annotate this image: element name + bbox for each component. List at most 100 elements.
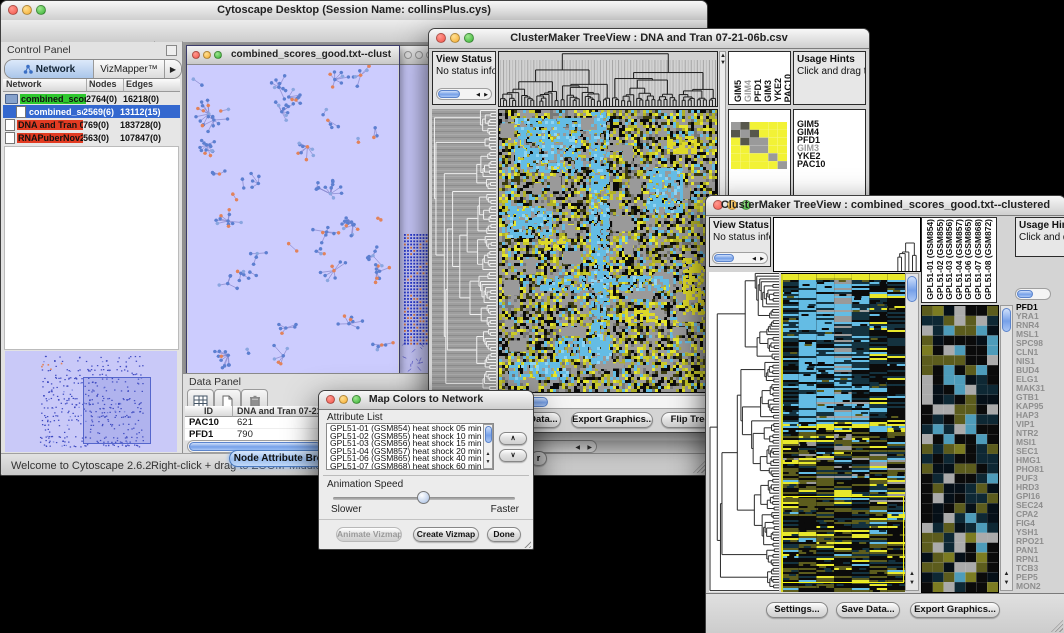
scroll-right-icon[interactable]: ▶: [760, 256, 764, 262]
column-label[interactable]: PFD1: [753, 79, 763, 102]
column-label[interactable]: GPL51-03 (GSM856): [944, 219, 954, 300]
col-edges[interactable]: Edges: [124, 79, 180, 92]
done-button[interactable]: Done: [487, 527, 521, 542]
animate-vizmap-button[interactable]: Animate Vizmap: [336, 527, 402, 542]
scrollbar-thumb[interactable]: [438, 90, 460, 98]
column-label[interactable]: GIM5: [733, 80, 743, 102]
speed-slider-thumb[interactable]: [417, 491, 430, 504]
global-heatmap[interactable]: [498, 109, 718, 393]
scroll-left-icon[interactable]: ◀: [752, 256, 756, 262]
global-heatmap[interactable]: [781, 273, 905, 592]
save-data-button[interactable]: Save Data...: [836, 602, 900, 618]
usage-hints-text: Click and drag to: [1016, 231, 1064, 243]
treeview2-titlebar[interactable]: ClusterMaker TreeView : combined_scores_…: [706, 196, 1064, 216]
minimize-button[interactable]: [415, 51, 423, 59]
network-view-a-canvas[interactable]: [188, 65, 398, 373]
scrollbar-thumb[interactable]: [907, 276, 917, 302]
close-button[interactable]: [192, 51, 200, 59]
status-scrollbar[interactable]: ◀ ▶: [712, 252, 768, 264]
zoom-vscrollbar[interactable]: ▲ ▼: [1000, 305, 1013, 591]
birdseye-view[interactable]: [5, 351, 177, 452]
tab-overflow[interactable]: ▶: [165, 60, 181, 78]
zoom-heatmap[interactable]: [921, 305, 999, 593]
column-dendrogram[interactable]: [773, 217, 921, 272]
scroll-up-icon[interactable]: ▲: [906, 571, 918, 578]
scroll-up-icon[interactable]: ▲: [1001, 571, 1012, 578]
global-vscrollbar[interactable]: ▲ ▼: [905, 273, 919, 591]
network-edges: 183728(0): [120, 120, 180, 130]
attribute-item[interactable]: GPL51-07 (GSM868) heat shock 60 min: [330, 463, 493, 470]
network-window-a-title: combined_scores_good.txt--cluste...: [231, 49, 391, 60]
resize-grip[interactable]: [522, 539, 531, 548]
row-dendrogram[interactable]: [432, 109, 496, 391]
scroll-right-icon[interactable]: ▶: [484, 92, 488, 98]
column-label[interactable]: GPL51-07 (GSM868): [973, 219, 983, 300]
doc-icon: [16, 106, 26, 118]
column-dendrogram[interactable]: [498, 51, 718, 107]
gene-label[interactable]: MON2: [1016, 582, 1064, 591]
row-dendrogram[interactable]: [709, 272, 779, 592]
scroll-up-icon[interactable]: ▲: [720, 53, 725, 60]
usage-hints-panel: Usage Hints Click and drag to: [793, 51, 866, 105]
column-label[interactable]: GIM3: [763, 80, 773, 102]
scroll-up-icon[interactable]: ▲: [484, 451, 492, 458]
minimize-button[interactable]: [203, 51, 211, 59]
status-scrollbar[interactable]: ◀ ▶: [436, 88, 492, 100]
network-window-a[interactable]: combined_scores_good.txt--cluste...: [186, 45, 400, 373]
col-id[interactable]: ID: [185, 406, 233, 417]
attribute-list[interactable]: GPL51-01 (GSM854) heat shock 05 minGPL51…: [326, 423, 494, 470]
attribute-list-vscrollbar[interactable]: ▲ ▼: [483, 424, 493, 469]
column-label[interactable]: YKE2: [773, 78, 783, 102]
close-button[interactable]: [404, 51, 412, 59]
column-label[interactable]: GIM4: [743, 80, 753, 102]
zoom-hscrollbar[interactable]: [1015, 288, 1051, 300]
network-tree-row[interactable]: DNA and Tran 07769(0)183728(0): [3, 118, 180, 131]
scrollbar-thumb[interactable]: [1017, 290, 1033, 298]
tab-network[interactable]: Network: [5, 60, 94, 78]
column-label[interactable]: GPL51-08 (GSM872): [983, 219, 993, 300]
scroll-down-icon[interactable]: ▼: [906, 580, 918, 587]
gene-list[interactable]: PFD1YRA1RNR4MSL1SPC98CLN1NIS1BUD4ELG1MAK…: [1016, 303, 1064, 591]
divider: [323, 475, 529, 476]
scroll-down-icon[interactable]: ▼: [484, 459, 492, 466]
resize-grip[interactable]: [1051, 620, 1063, 632]
treeview1-titlebar[interactable]: ClusterMaker TreeView : DNA and Tran 07-…: [429, 29, 869, 49]
col-network[interactable]: Network: [3, 79, 87, 92]
gene-label[interactable]: PAC10: [797, 160, 865, 168]
zoom-heatmap[interactable]: [731, 122, 787, 169]
network-tree-row[interactable]: combined_scores_2764(0)16218(0): [3, 92, 180, 105]
float-panel-icon[interactable]: [166, 45, 177, 56]
create-vizmap-button[interactable]: Create Vizmap: [413, 527, 479, 542]
move-down-button[interactable]: ∨: [499, 449, 527, 462]
dialog-titlebar[interactable]: Map Colors to Network: [319, 391, 533, 410]
scroll-left-icon[interactable]: ◀: [575, 444, 580, 451]
resize-grip[interactable]: [693, 461, 705, 473]
column-label[interactable]: PAC10: [783, 74, 791, 102]
export-graphics-button[interactable]: Export Graphics...: [910, 602, 1000, 618]
tab-vizmapper[interactable]: VizMapper™: [94, 60, 165, 78]
network-tree-row[interactable]: RNAPuberNov2+563(0)107847(0): [3, 131, 180, 144]
control-panel-tabs: Network VizMapper™ ▶: [4, 59, 182, 79]
network-edges: 13112(15): [120, 107, 180, 117]
scroll-right-icon[interactable]: ▶: [587, 444, 592, 451]
column-label[interactable]: GPL51-01 (GSM854): [925, 219, 935, 300]
network-tree-empty-area: [4, 146, 179, 350]
col-nodes[interactable]: Nodes: [87, 79, 124, 92]
export-graphics-button[interactable]: Export Graphics...: [571, 412, 653, 428]
zoom-button[interactable]: [214, 51, 222, 59]
desktop: Cytoscape Desktop (Session Name: collins…: [0, 0, 1064, 633]
main-titlebar[interactable]: Cytoscape Desktop (Session Name: collins…: [1, 1, 707, 21]
column-label[interactable]: GPL51-06 (GSM865): [963, 219, 973, 300]
move-up-button[interactable]: ∧: [499, 432, 527, 445]
scroll-down-icon[interactable]: ▼: [720, 60, 725, 67]
scrollbar-thumb[interactable]: [485, 426, 492, 443]
network-edges: 107847(0): [120, 133, 180, 143]
scroll-left-icon[interactable]: ◀: [476, 92, 480, 98]
scrollbar-thumb[interactable]: [1002, 308, 1011, 332]
scroll-down-icon[interactable]: ▼: [1001, 580, 1012, 587]
scrollbar-thumb[interactable]: [714, 254, 734, 262]
view-status-title: View Status: [710, 218, 770, 231]
tab-vizmapper-label: VizMapper™: [100, 64, 158, 75]
network-tree-row[interactable]: combined_sco2569(6)13112(15): [3, 105, 180, 118]
settings-button[interactable]: Settings...: [766, 602, 828, 618]
